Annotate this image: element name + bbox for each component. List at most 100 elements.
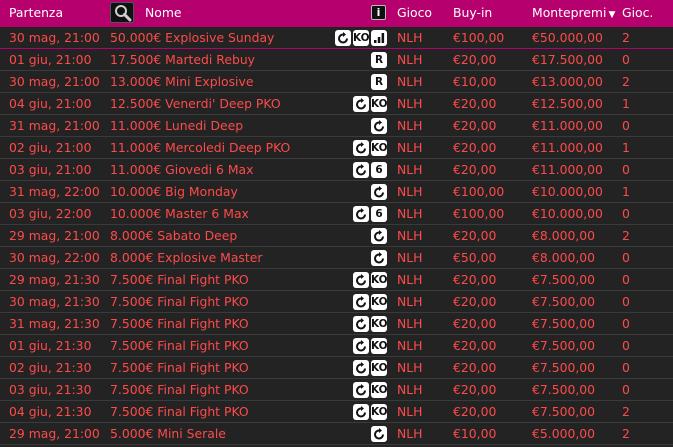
cell-name: 13.000€ Mini Explosive	[110, 74, 254, 89]
cell-prize: €8.000,00	[532, 250, 596, 265]
table-row[interactable]: 30 mag, 22:00 8.000€ Explosive Master NLH €…	[0, 247, 673, 269]
cell-prize: €7.500,00	[532, 382, 596, 397]
column-header-prize[interactable]: Montepremi ▼	[532, 0, 615, 27]
cell-players: 2	[622, 404, 630, 419]
cell-name: 7.500€ Final Fight PKO	[110, 294, 249, 309]
cell-game: NLH	[397, 250, 423, 265]
cell-buyin: €10,00	[453, 426, 497, 441]
cell-prize: €8.000,00	[532, 228, 596, 243]
rebuy-icon	[353, 162, 369, 178]
tournament-badges	[371, 228, 387, 244]
column-header-buyin[interactable]: Buy-in	[453, 0, 492, 27]
column-header-name[interactable]: Nome	[145, 0, 182, 27]
column-header-game[interactable]: Gioco	[397, 0, 432, 27]
table-row[interactable]: 03 giu, 21:00 11.000€ Giovedi 6 Max NLH €20…	[0, 159, 673, 181]
cell-name: 17.500€ Martedi Rebuy	[110, 52, 256, 67]
rebuy-icon	[353, 360, 369, 376]
rebuy-badge: R	[371, 74, 387, 90]
table-row[interactable]: 30 mag, 21:00 50.000€ Explosive Sunday NLH…	[0, 27, 673, 49]
table-row[interactable]: 31 mag, 21:30 7.500€ Final Fight PKO NLH €2…	[0, 313, 673, 335]
cell-game: NLH	[397, 96, 423, 111]
cell-start: 03 giu, 22:00	[9, 206, 92, 221]
search-button[interactable]	[110, 2, 134, 23]
cell-name: 7.500€ Final Fight PKO	[110, 272, 249, 287]
rebuy-icon	[371, 184, 387, 200]
table-header: Partenza Nome i Gioco Buy-in Montepremi ▼…	[0, 0, 673, 27]
info-button[interactable]: i	[371, 5, 386, 20]
cell-start: 29 mag, 21:30	[9, 272, 100, 287]
table-row[interactable]: 29 mag, 21:00 8.000€ Sabato Deep NLH €20,00…	[0, 225, 673, 247]
table-row[interactable]: 30 mag, 21:00 13.000€ Mini Explosive NLH €1…	[0, 71, 673, 93]
cell-prize: €7.500,00	[532, 360, 596, 375]
rebuy-icon	[353, 382, 369, 398]
rebuy-icon	[353, 338, 369, 354]
cell-players: 0	[622, 382, 630, 397]
cell-players: 1	[622, 184, 630, 199]
table-row[interactable]: 30 mag, 21:30 7.500€ Final Fight PKO NLH €2…	[0, 291, 673, 313]
table-row[interactable]: 29 mag, 21:30 7.500€ Final Fight PKO NLH €2…	[0, 269, 673, 291]
rebuy-icon	[371, 118, 387, 134]
cell-start: 03 giu, 21:30	[9, 382, 92, 397]
cell-name: 10.000€ Big Monday	[110, 184, 238, 199]
cell-players: 0	[622, 316, 630, 331]
cell-prize: €11.000,00	[532, 162, 603, 177]
cell-name: 12.500€ Venerdi' Deep PKO	[110, 96, 281, 111]
cell-start: 29 mag, 21:00	[9, 426, 100, 441]
cell-buyin: €100,00	[453, 30, 505, 45]
cell-game: NLH	[397, 206, 423, 221]
cell-buyin: €20,00	[453, 162, 497, 177]
tournament-badges: KO	[353, 140, 388, 156]
tournament-badges: KO	[353, 338, 388, 354]
cell-players: 0	[622, 162, 630, 177]
tournament-badges: R	[371, 52, 387, 68]
cell-prize: €10.000,00	[532, 184, 603, 199]
tournament-badges: KO	[353, 272, 388, 288]
cell-prize: €7.500,00	[532, 294, 596, 309]
cell-name: 10.000€ Master 6 Max	[110, 206, 249, 221]
column-header-prize-label: Montepremi	[532, 5, 607, 20]
cell-buyin: €20,00	[453, 382, 497, 397]
cell-game: NLH	[397, 118, 423, 133]
cell-buyin: €100,00	[453, 184, 505, 199]
table-row[interactable]: 02 giu, 21:30 7.500€ Final Fight PKO NLH €2…	[0, 357, 673, 379]
table-row[interactable]: 03 giu, 22:00 10.000€ Master 6 Max NLH €100…	[0, 203, 673, 225]
cell-name: 5.000€ Mini Serale	[110, 426, 226, 441]
rebuy-icon	[371, 228, 387, 244]
column-header-start[interactable]: Partenza	[9, 0, 63, 27]
tournament-list: 30 mag, 21:00 50.000€ Explosive Sunday NLH…	[0, 27, 673, 445]
column-header-players[interactable]: Gioc.	[622, 0, 653, 27]
cell-name: 11.000€ Mercoledi Deep PKO	[110, 140, 291, 155]
tournament-badges: KO	[353, 404, 388, 420]
table-row[interactable]: 01 giu, 21:00 17.500€ Martedi Rebuy NLH €20…	[0, 49, 673, 71]
cell-buyin: €20,00	[453, 140, 497, 155]
cell-start: 29 mag, 21:00	[9, 228, 100, 243]
table-row[interactable]: 29 mag, 21:00 5.000€ Mini Serale NLH €10,00…	[0, 423, 673, 445]
table-row[interactable]: 02 giu, 21:00 11.000€ Mercoledi Deep PKO N…	[0, 137, 673, 159]
tournament-badges	[371, 118, 387, 134]
cell-prize: €11.000,00	[532, 118, 603, 133]
knockout-badge: KO	[371, 294, 388, 310]
cell-players: 0	[622, 338, 630, 353]
cell-buyin: €20,00	[453, 404, 497, 419]
cell-game: NLH	[397, 272, 423, 287]
table-row[interactable]: 03 giu, 21:30 7.500€ Final Fight PKO NLH €2…	[0, 379, 673, 401]
table-row[interactable]: 04 giu, 21:00 12.500€ Venerdi' Deep PKO NL…	[0, 93, 673, 115]
tournament-badges: 6	[353, 162, 387, 178]
table-row[interactable]: 31 mag, 22:00 10.000€ Big Monday NLH €100,0…	[0, 181, 673, 203]
cell-start: 02 giu, 21:30	[9, 360, 92, 375]
cell-start: 31 mag, 22:00	[9, 184, 100, 199]
cell-buyin: €20,00	[453, 294, 497, 309]
cell-buyin: €20,00	[453, 118, 497, 133]
cell-buyin: €100,00	[453, 206, 505, 221]
table-row[interactable]: 01 giu, 21:30 7.500€ Final Fight PKO NLH €2…	[0, 335, 673, 357]
rebuy-icon	[353, 272, 369, 288]
cell-prize: €7.500,00	[532, 272, 596, 287]
cell-buyin: €20,00	[453, 316, 497, 331]
tournament-badges: KO	[353, 294, 388, 310]
rebuy-icon	[353, 206, 369, 222]
table-row[interactable]: 04 giu, 21:30 7.500€ Final Fight PKO NLH €2…	[0, 401, 673, 423]
cell-buyin: €20,00	[453, 272, 497, 287]
table-row[interactable]: 31 mag, 21:00 11.000€ Lunedi Deep NLH €20,0…	[0, 115, 673, 137]
cell-start: 02 giu, 21:00	[9, 140, 92, 155]
cell-players: 1	[622, 140, 630, 155]
